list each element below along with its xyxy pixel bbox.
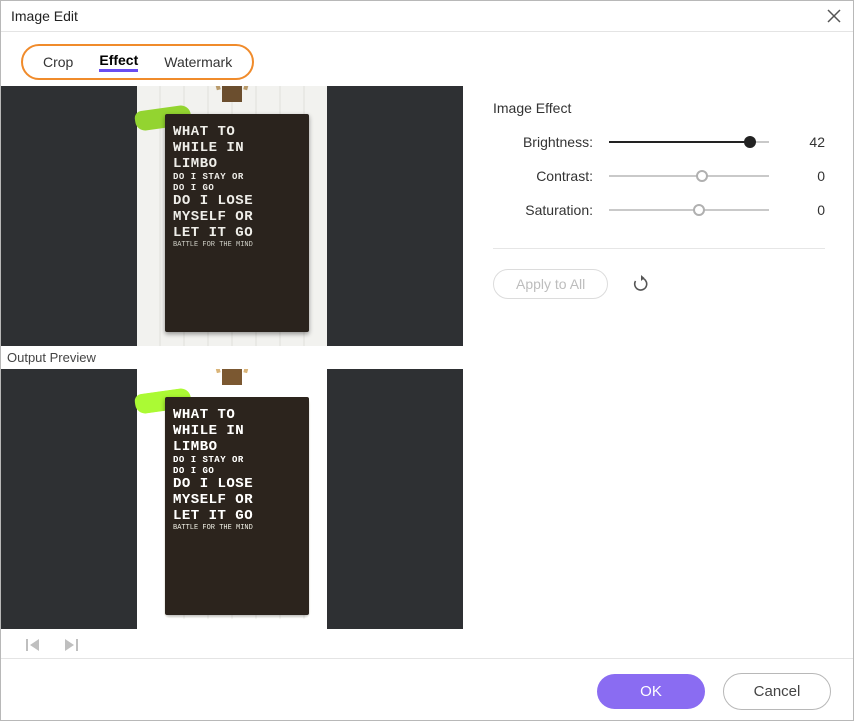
effect-panel: Image Effect Brightness: 42 Contrast: 0 (463, 86, 853, 658)
close-button[interactable] (825, 7, 843, 25)
cancel-button[interactable]: Cancel (723, 673, 831, 710)
tab-watermark[interactable]: Watermark (164, 54, 232, 70)
tab-crop[interactable]: Crop (43, 54, 73, 70)
prev-image-button[interactable] (25, 637, 41, 658)
tabstrip-container: Crop Effect Watermark (1, 32, 853, 86)
saturation-thumb[interactable] (693, 204, 705, 216)
saturation-row: Saturation: 0 (493, 202, 825, 218)
left-column: WHAT TO WHILE IN LIMBO DO I STAY OR DO I… (1, 86, 463, 658)
preview-image: WHAT TO WHILE IN LIMBO DO I STAY OR DO I… (137, 86, 327, 346)
brightness-value: 42 (789, 134, 825, 150)
titlebar: Image Edit (1, 1, 853, 32)
board-sign: WHAT TO WHILE IN LIMBO DO I STAY OR DO I… (165, 114, 309, 332)
board-sign: WHAT TO WHILE IN LIMBO DO I STAY OR DO I… (165, 397, 309, 615)
contrast-label: Contrast: (493, 168, 593, 184)
skip-back-icon (25, 637, 41, 653)
saturation-label: Saturation: (493, 202, 593, 218)
original-preview: WHAT TO WHILE IN LIMBO DO I STAY OR DO I… (1, 86, 463, 346)
close-icon (827, 9, 841, 23)
contrast-thumb[interactable] (696, 170, 708, 182)
footer: OK Cancel (1, 658, 853, 724)
divider (493, 248, 825, 249)
apply-to-all-button[interactable]: Apply to All (493, 269, 608, 299)
preview-nav (1, 629, 463, 658)
body: WHAT TO WHILE IN LIMBO DO I STAY OR DO I… (1, 86, 853, 658)
output-image: WHAT TO WHILE IN LIMBO DO I STAY OR DO I… (137, 369, 327, 629)
effect-section-title: Image Effect (493, 100, 825, 116)
apply-row: Apply to All (493, 269, 825, 299)
saturation-slider[interactable] (609, 202, 769, 218)
tabstrip: Crop Effect Watermark (21, 44, 254, 80)
tab-effect[interactable]: Effect (99, 52, 138, 72)
brightness-row: Brightness: 42 (493, 134, 825, 150)
saturation-value: 0 (789, 202, 825, 218)
output-preview: WHAT TO WHILE IN LIMBO DO I STAY OR DO I… (1, 369, 463, 629)
brightness-label: Brightness: (493, 134, 593, 150)
contrast-row: Contrast: 0 (493, 168, 825, 184)
image-edit-window: Image Edit Crop Effect Watermark WHAT TO (0, 0, 854, 721)
reset-icon (632, 275, 650, 293)
brightness-slider[interactable] (609, 134, 769, 150)
reset-button[interactable] (630, 273, 652, 295)
contrast-slider[interactable] (609, 168, 769, 184)
ok-button[interactable]: OK (597, 674, 705, 709)
output-preview-label: Output Preview (1, 346, 463, 369)
skip-forward-icon (63, 637, 79, 653)
contrast-value: 0 (789, 168, 825, 184)
brightness-thumb[interactable] (744, 136, 756, 148)
window-title: Image Edit (11, 8, 78, 24)
next-image-button[interactable] (63, 637, 79, 658)
